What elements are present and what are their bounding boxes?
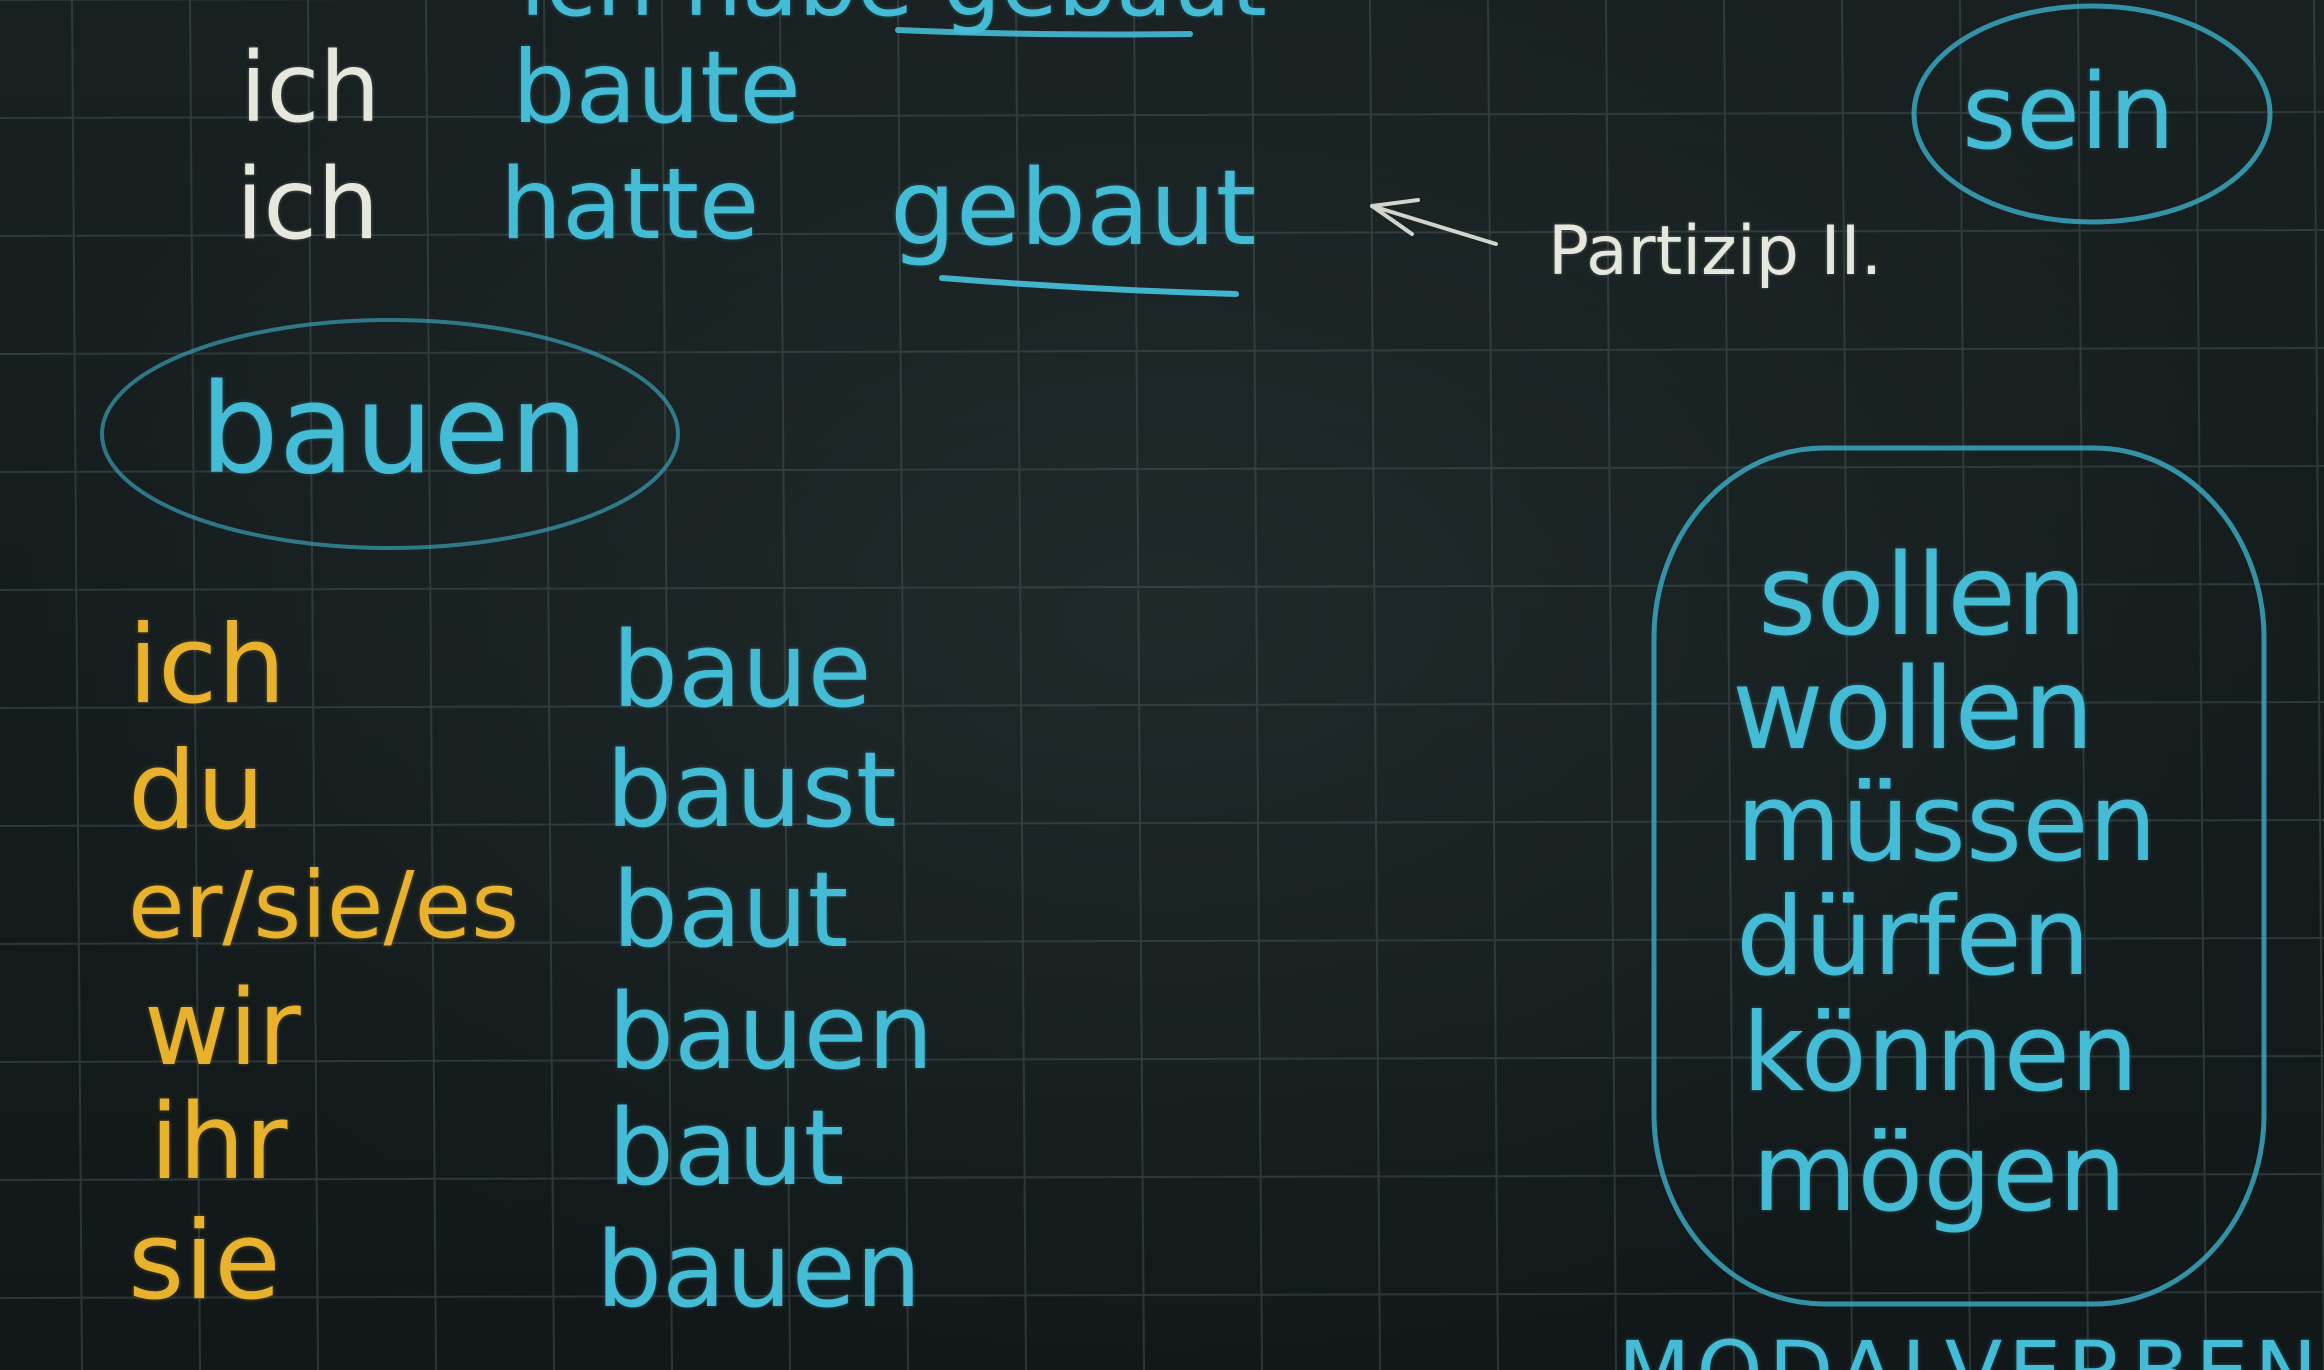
sein-circle [1911,3,2273,225]
underline-top-partial [895,27,1193,38]
underline-gebaut [939,275,1239,297]
chalkboard: ich habe gebaut ich baute ich hatte geba… [0,0,2324,1370]
modal-verbs-frame [1651,445,2267,1307]
chalk-drawings [100,3,2273,1307]
arrow-icon [1370,198,1498,246]
infinitive-circle [100,318,680,550]
